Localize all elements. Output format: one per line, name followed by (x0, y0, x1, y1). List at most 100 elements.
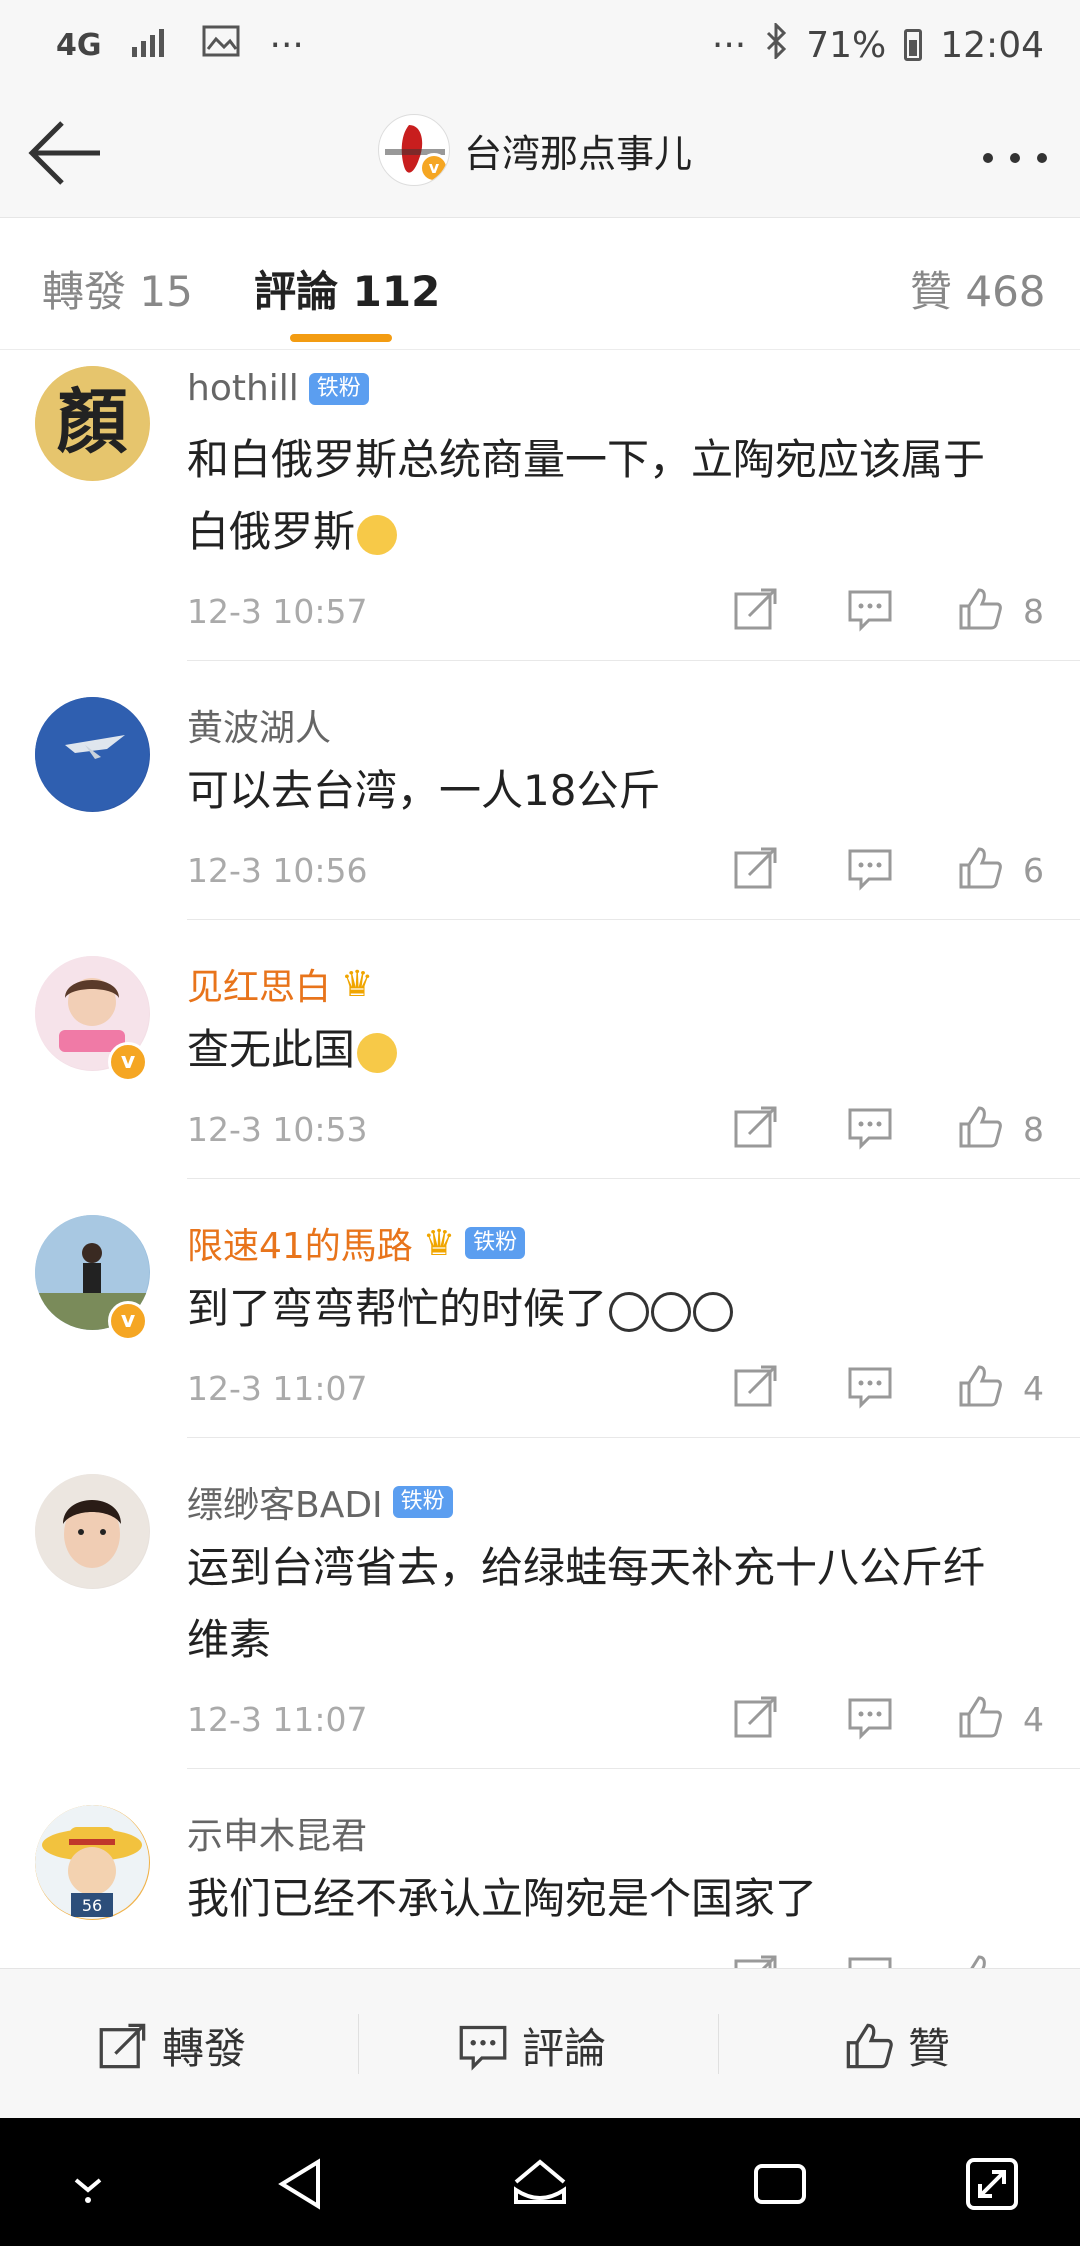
network-indicator: 4G (56, 27, 102, 63)
comment-divider (187, 1768, 1080, 1769)
image-notification-icon (202, 25, 240, 66)
comment-line: 白俄罗斯 (187, 507, 356, 556)
like-count: 4 (1023, 1369, 1044, 1408)
comment-username[interactable]: 限速41的馬路 (187, 1217, 413, 1269)
header-bar: v 台湾那点事儿 (0, 90, 1080, 218)
bottom-comment-button[interactable]: 評論 (458, 2015, 606, 2076)
comment-line: 查无此国 (187, 1025, 356, 1074)
bottom-action-bar: 轉發 評論 贊 (0, 1968, 1080, 2118)
comment-line: 可以去台湾，一人18公斤 (187, 766, 661, 815)
bluetooth-icon (764, 20, 788, 68)
verified-badge-icon: v (108, 1042, 148, 1082)
system-navigation-bar (0, 2118, 1080, 2246)
verified-badge-icon: v (108, 1301, 148, 1341)
comment-text: 我们已经不承认立陶宛是个国家了 (187, 1863, 1047, 1935)
panda-emoji-icon (609, 1291, 650, 1332)
account-title: 台湾那点事儿 (464, 131, 693, 176)
avatar-jersey-number: 56 (82, 1896, 102, 1915)
comment-time: 12-3 10:53 (187, 1110, 368, 1149)
panda-emoji-icon (651, 1291, 692, 1332)
comment-text: 可以去台湾，一人18公斤 (187, 755, 1047, 827)
repost-action-icon[interactable] (733, 1694, 783, 1744)
account-info[interactable]: v 台湾那点事儿 (378, 114, 692, 186)
comment-divider (187, 660, 1080, 661)
fan-badge: 铁粉 (465, 1227, 526, 1259)
bottom-repost-label: 轉發 (162, 2024, 247, 2073)
comment-time: 12-3 11:07 (187, 1369, 368, 1408)
back-button[interactable] (26, 118, 106, 188)
reply-action-icon[interactable] (847, 1953, 897, 1968)
comment-username[interactable]: hothill (187, 368, 299, 409)
tab-comment[interactable]: 評論 112 (254, 258, 440, 319)
bottom-repost-button[interactable]: 轉發 (98, 2015, 246, 2076)
comment-divider (187, 919, 1080, 920)
comment-divider (187, 1178, 1080, 1179)
status-more-icon: ··· (711, 24, 747, 66)
vip-crown-icon: ♛ (422, 1222, 456, 1264)
battery-icon (904, 29, 923, 61)
more-notifications-icon: ··· (269, 24, 304, 66)
like-count: 8 (1023, 592, 1044, 631)
clock: 12:04 (940, 24, 1044, 66)
hide-keyboard-icon[interactable] (58, 2154, 118, 2214)
bottom-divider (358, 2014, 359, 2074)
nav-home-icon[interactable] (510, 2154, 570, 2214)
comment-text: 运到台湾省去，给绿蛙每天补充十八公斤纤 维素 (187, 1532, 1047, 1676)
laughing-emoji-icon (357, 1032, 398, 1073)
verified-badge-icon: v (419, 153, 449, 183)
repost-action-icon[interactable] (733, 1104, 783, 1154)
like-action-icon[interactable] (957, 586, 1007, 636)
like-action-icon[interactable] (957, 1363, 1007, 1413)
like-icon (846, 2023, 893, 2068)
fan-badge: 铁粉 (308, 372, 369, 405)
comment-text: 和白俄罗斯总统商量一下，立陶宛应该属于 白俄罗斯 (187, 424, 1047, 568)
comment-line: 和白俄罗斯总统商量一下，立陶宛应该属于 (187, 435, 986, 484)
reply-action-icon[interactable] (847, 845, 897, 895)
bottom-divider (718, 2014, 719, 2074)
comment-username[interactable]: 黄波湖人 (187, 699, 331, 751)
nav-recents-icon[interactable] (750, 2154, 810, 2214)
more-options-button[interactable] (980, 130, 1050, 170)
comment-line: 我们已经不承认立陶宛是个国家了 (187, 1874, 818, 1923)
like-count: 8 (1023, 1110, 1044, 1149)
comment-divider (187, 1437, 1080, 1438)
comment-username[interactable]: 缥缈客BADI (187, 1476, 383, 1528)
user-avatar[interactable] (35, 1474, 150, 1589)
reply-action-icon[interactable] (847, 586, 897, 636)
repost-action-icon[interactable] (733, 845, 783, 895)
avatar-calligraphy: 顏 (57, 380, 127, 463)
comment-time: 12-3 11:07 (187, 1700, 368, 1739)
panda-emoji-icon (693, 1291, 734, 1332)
nav-rotate-icon[interactable] (962, 2154, 1022, 2214)
like-action-icon[interactable] (957, 1953, 1007, 1968)
user-avatar[interactable] (35, 697, 150, 812)
comment-list[interactable]: 顏 hothill 铁粉 和白俄罗斯总统商量一下，立陶宛应该属于 白俄罗斯 12… (0, 350, 1080, 1968)
tab-repost[interactable]: 轉發 15 (42, 258, 193, 319)
account-avatar[interactable]: v (378, 114, 450, 186)
comment-text: 查无此国 (187, 1014, 1047, 1086)
like-count: 6 (1023, 851, 1044, 890)
comment-time: 12-3 10:56 (187, 851, 368, 890)
tab-bar: 轉發 15 評論 112 贊 468 (0, 218, 1080, 350)
tab-like[interactable]: 贊 468 (910, 258, 1046, 319)
like-action-icon[interactable] (957, 845, 1007, 895)
like-action-icon[interactable] (957, 1104, 1007, 1154)
like-action-icon[interactable] (957, 1694, 1007, 1744)
nav-back-icon[interactable] (272, 2154, 332, 2214)
comment-line: 运到台湾省去，给绿蛙每天补充十八公斤纤 (187, 1543, 986, 1592)
battery-percent: 71% (806, 24, 887, 66)
user-avatar[interactable]: 56 (35, 1805, 150, 1920)
comment-line: 到了弯弯帮忙的时候了 (187, 1284, 608, 1333)
bottom-like-button[interactable]: 贊 (844, 2015, 950, 2076)
reply-action-icon[interactable] (847, 1363, 897, 1413)
comment-username[interactable]: 示申木昆君 (187, 1807, 367, 1859)
reply-action-icon[interactable] (847, 1104, 897, 1154)
repost-action-icon[interactable] (733, 1363, 783, 1413)
repost-action-icon[interactable] (733, 586, 783, 636)
comment-username[interactable]: 见红思白 (187, 958, 331, 1010)
vip-crown-icon: ♛ (341, 963, 374, 1005)
user-avatar[interactable]: 顏 (35, 366, 150, 481)
comment-line: 维素 (187, 1615, 272, 1664)
reply-action-icon[interactable] (847, 1694, 897, 1744)
repost-action-icon[interactable] (733, 1953, 783, 1968)
